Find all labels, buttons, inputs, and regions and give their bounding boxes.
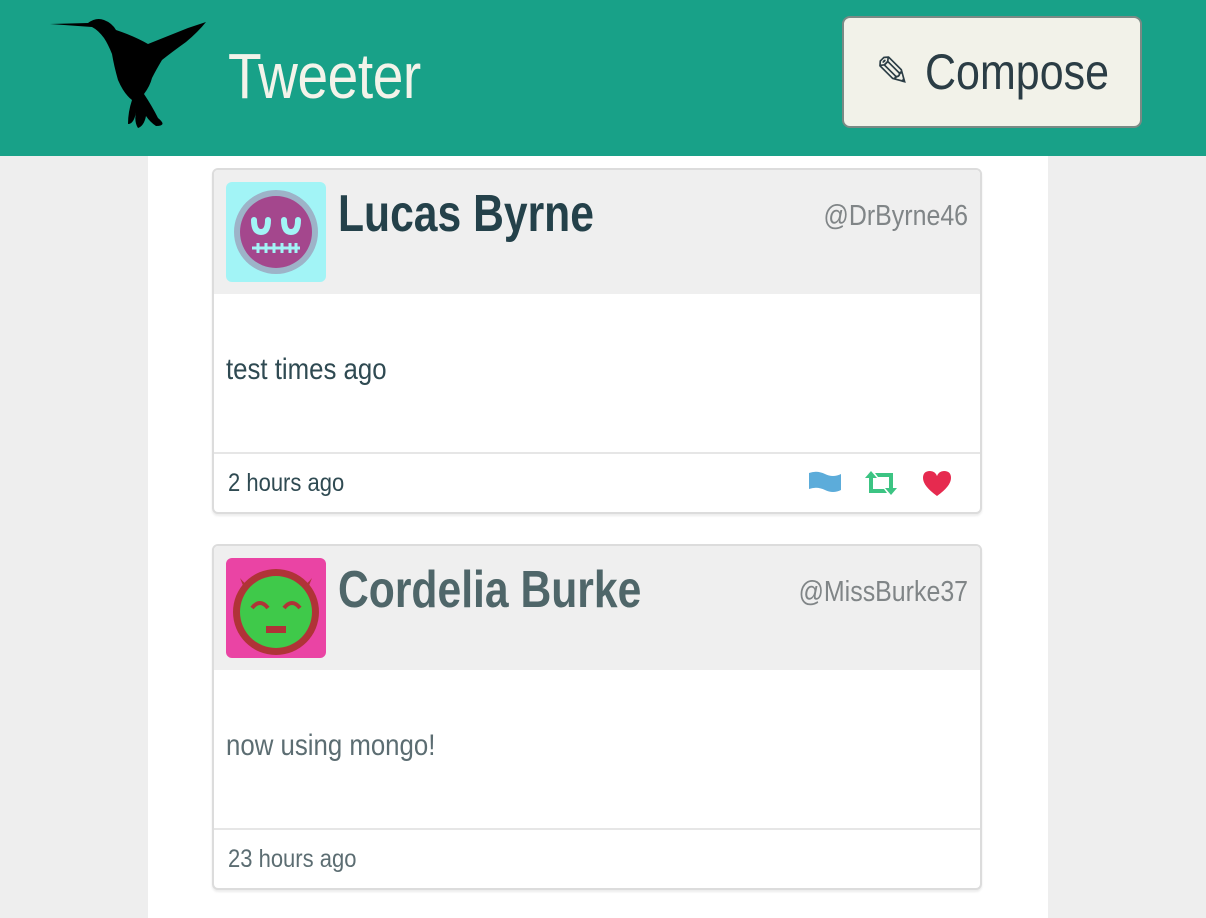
flag-icon[interactable] xyxy=(808,468,842,498)
devil-face-avatar-icon xyxy=(233,569,319,655)
compose-button[interactable]: ✎ Compose xyxy=(842,16,1142,128)
avatar[interactable] xyxy=(226,182,326,282)
tweet-footer: 23 hours ago xyxy=(214,828,980,888)
tweet-text: now using mongo! xyxy=(226,729,436,762)
pencil-icon: ✎ xyxy=(875,48,911,95)
skull-face-avatar-icon xyxy=(234,190,318,274)
tweet-card: Lucas Byrne @DrByrne46 test times ago 2 … xyxy=(212,168,982,514)
tweet-header: Lucas Byrne @DrByrne46 xyxy=(214,170,980,294)
app-title: Tweeter xyxy=(228,40,421,112)
heart-icon[interactable] xyxy=(920,468,954,498)
tweet-footer: 2 hours ago xyxy=(214,452,980,512)
tweet-timestamp: 2 hours ago xyxy=(228,469,345,497)
compose-button-label: Compose xyxy=(924,44,1109,100)
tweet-author-name[interactable]: Cordelia Burke xyxy=(338,560,641,620)
retweet-icon[interactable] xyxy=(864,468,898,498)
tweet-timestamp: 23 hours ago xyxy=(228,845,357,873)
tweet-actions xyxy=(808,468,954,498)
tweet-feed: Lucas Byrne @DrByrne46 test times ago 2 … xyxy=(148,156,1048,918)
tweet-author-name[interactable]: Lucas Byrne xyxy=(338,184,594,244)
tweet-author-handle[interactable]: @DrByrne46 xyxy=(823,198,968,234)
app-header: Tweeter ✎ Compose xyxy=(0,0,1206,156)
avatar[interactable] xyxy=(226,558,326,658)
tweet-card: Cordelia Burke @MissBurke37 now using mo… xyxy=(212,544,982,890)
hummingbird-logo-icon xyxy=(50,19,206,128)
tweet-header: Cordelia Burke @MissBurke37 xyxy=(214,546,980,670)
tweet-text: test times ago xyxy=(226,353,387,386)
tweet-author-handle[interactable]: @MissBurke37 xyxy=(799,574,968,610)
